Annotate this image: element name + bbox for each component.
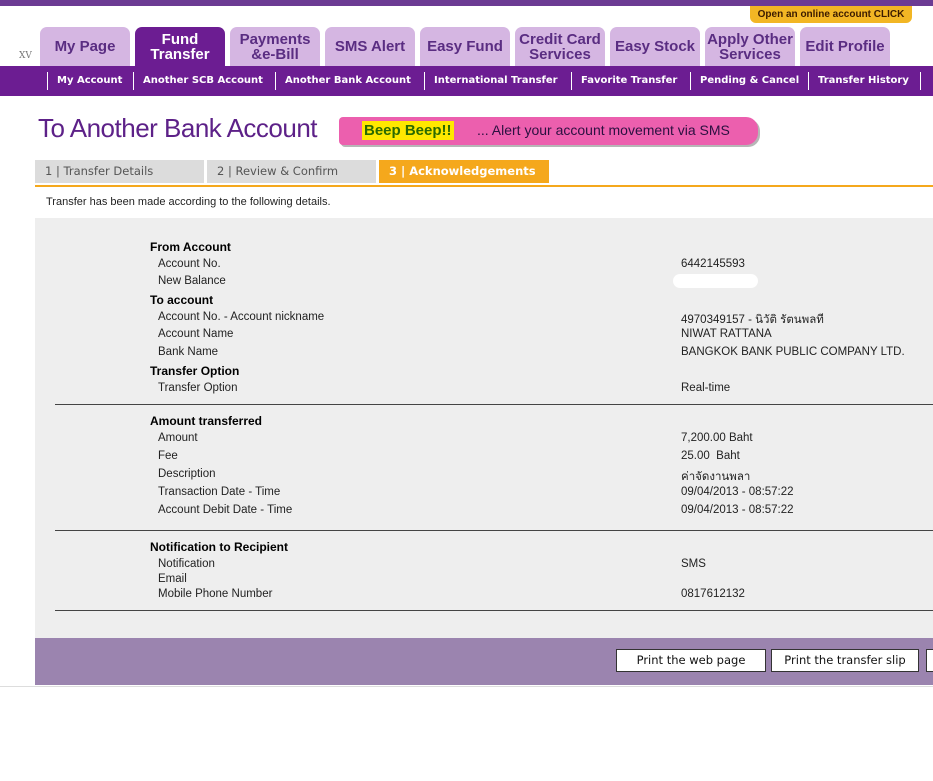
tab-sms-alert[interactable]: SMS Alert [325,27,415,66]
subnav-favorite-transfer[interactable]: Favorite Transfer [581,73,677,89]
step-transfer-details: 1 | Transfer Details [35,160,204,183]
page-bottom-line [0,686,933,687]
nav-separator [275,72,276,90]
section-divider [55,530,933,531]
mobile-label: Mobile Phone Number [158,588,273,600]
main-tabs: My Page Fund Transfer Payments &e-Bill S… [0,27,933,66]
subnav-another-scb-account[interactable]: Another SCB Account [143,73,263,89]
transaction-datetime-label: Transaction Date - Time [158,486,281,498]
transfer-option-heading: Transfer Option [150,364,240,378]
open-account-promo[interactable]: Open an online account CLICK [750,6,912,23]
section-divider [55,610,933,611]
bank-name-label: Bank Name [158,346,219,358]
nav-separator [47,72,48,90]
debit-datetime-label: Account Debit Date - Time [158,504,293,516]
nav-separator [424,72,425,90]
mobile-value: 0817612132 [681,588,745,600]
to-account-nick-value: 4970349157 - นิวัติ รัตนพลที [681,314,824,326]
tab-easy-stock[interactable]: Easy Stock [610,27,700,66]
subnav-pending-cancel[interactable]: Pending & Cancel [700,73,799,89]
section-divider [55,404,933,405]
amount-label: Amount [158,432,198,444]
from-account-heading: From Account [150,240,231,254]
amount-value: 7,200.00 Baht [681,432,753,444]
page-title: To Another Bank Account [38,113,318,143]
tab-edit-profile[interactable]: Edit Profile [800,27,890,66]
subnav-my-account[interactable]: My Account [57,73,122,89]
fee-label: Fee [158,450,178,462]
tab-easy-fund[interactable]: Easy Fund [420,27,510,66]
sms-alert-banner[interactable]: Beep Beep!! ... Alert your account movem… [339,117,758,145]
subnav-another-bank-account[interactable]: Another Bank Account [285,73,411,89]
nav-separator [920,72,921,90]
amount-heading: Amount transferred [150,414,263,428]
step-acknowledgements: 3 | Acknowledgements [379,160,549,183]
intro-text: Transfer has been made according to the … [46,196,331,208]
nav-separator [808,72,809,90]
notification-value: SMS [681,558,706,570]
transfer-details-panel: From Account Account No. 6442145593 New … [35,218,933,638]
tab-my-page[interactable]: My Page [40,27,130,66]
subnav-transfer-history[interactable]: Transfer History [818,73,909,89]
tab-apply-other-services[interactable]: Apply Other Services [705,27,795,66]
step-review-confirm: 2 | Review & Confirm [207,160,376,183]
banner-highlight: Beep Beep!! [362,121,454,140]
print-web-page-button[interactable]: Print the web page [616,649,766,672]
transfer-option-label: Transfer Option [158,382,238,394]
from-account-no-label: Account No. [158,258,221,270]
account-name-label: Account Name [158,328,234,340]
tab-fund-transfer[interactable]: Fund Transfer [135,27,225,66]
debit-datetime-value: 09/04/2013 - 08:57:22 [681,504,794,516]
action-footer: Print the web page Print the transfer sl… [35,638,933,685]
new-balance-value-masked [673,274,758,288]
nav-separator [571,72,572,90]
notification-heading: Notification to Recipient [150,540,288,554]
sub-navigation: My Account Another SCB Account Another B… [0,66,933,96]
subnav-international-transfer[interactable]: International Transfer [434,73,558,89]
from-account-no-value: 6442145593 [681,258,745,270]
nav-separator [133,72,134,90]
print-transfer-slip-button[interactable]: Print the transfer slip [771,649,919,672]
to-account-heading: To account [150,293,214,307]
email-label: Email [158,573,187,585]
tab-credit-card-services[interactable]: Credit Card Services [515,27,605,66]
nav-separator [690,72,691,90]
transaction-datetime-value: 09/04/2013 - 08:57:22 [681,486,794,498]
tab-payments-ebill[interactable]: Payments &e-Bill [230,27,320,66]
description-label: Description [158,468,216,480]
description-value: ค่าจัดงานพลา [681,471,751,483]
fee-value: 25.00 Baht [681,450,740,462]
more-button-partial[interactable] [926,649,933,672]
top-bar: XV Open an online account CLICK My Page … [0,0,933,66]
bank-name-value: BANGKOK BANK PUBLIC COMPANY LTD. [681,346,905,358]
account-name-value: NIWAT RATTANA [681,328,772,340]
banner-text: ... Alert your account movement via SMS [477,122,730,138]
new-balance-label: New Balance [158,275,226,287]
to-account-nick-label: Account No. - Account nickname [158,311,325,323]
transfer-option-value: Real-time [681,382,731,394]
step-indicator: 1 | Transfer Details 2 | Review & Confir… [35,160,933,187]
notification-label: Notification [158,558,215,570]
